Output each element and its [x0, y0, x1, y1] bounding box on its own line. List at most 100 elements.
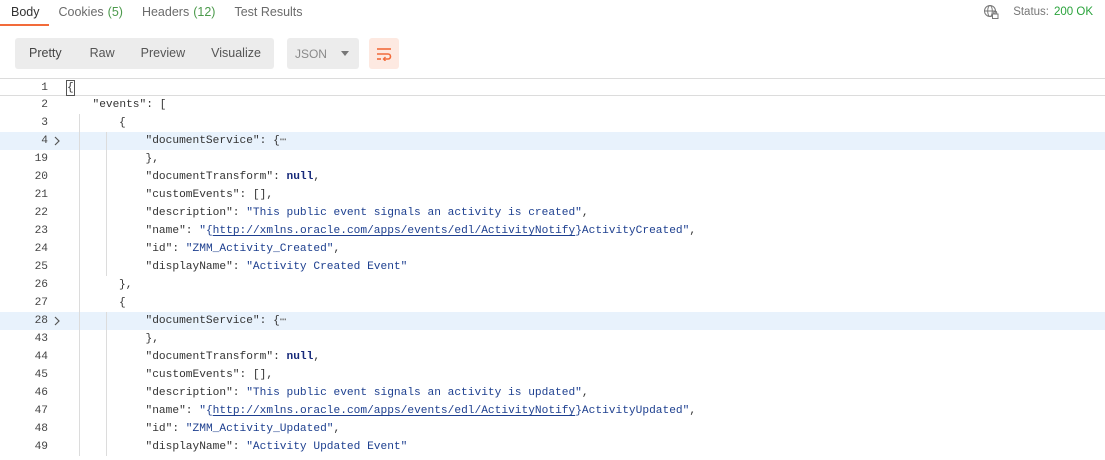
- code-line: 20 "documentTransform": null,: [0, 168, 1105, 186]
- indent-guide: [105, 186, 107, 204]
- code-token: "displayName": [145, 441, 233, 453]
- tab-cookies[interactable]: Cookies (5): [49, 0, 132, 26]
- line-number: 46: [34, 387, 48, 399]
- response-tabs: Body Cookies (5) Headers (12) Test Results: [0, 0, 312, 26]
- indent-guide: [79, 240, 80, 258]
- code-line: 27 {: [0, 294, 1105, 312]
- code-token: :: [172, 423, 186, 435]
- indent-guide: [79, 132, 80, 150]
- line-number: 1: [41, 82, 48, 94]
- response-tab-bar: Body Cookies (5) Headers (12) Test Results…: [0, 0, 1105, 26]
- code-content: "description": "This public event signal…: [146, 384, 589, 402]
- code-token: "documentService": [145, 315, 260, 327]
- indent-guide: [105, 438, 107, 456]
- tab-test-results[interactable]: Test Results: [224, 0, 311, 26]
- code-token: "customEvents": [145, 369, 240, 381]
- indent-guide: [79, 276, 80, 294]
- code-token: "{: [199, 225, 213, 237]
- indent-guide: [105, 132, 107, 150]
- wrap-lines-button[interactable]: [368, 38, 399, 69]
- tab-label: Cookies: [58, 5, 104, 19]
- code-content: {: [66, 79, 75, 97]
- indent-guide: [105, 204, 107, 222]
- code-token: }ActivityCreated": [575, 225, 690, 237]
- code-content: },: [146, 330, 159, 348]
- code-line: 19},: [0, 150, 1105, 168]
- indent-guide: [79, 348, 80, 366]
- globe-lock-icon[interactable]: [983, 4, 999, 20]
- tab-headers[interactable]: Headers (12): [132, 0, 224, 26]
- code-token: : {: [259, 135, 280, 147]
- code-token: :: [232, 261, 247, 273]
- tab-label: Body: [11, 5, 40, 19]
- code-content: {: [119, 114, 126, 132]
- collapsed-ellipsis[interactable]: ⋯: [280, 135, 287, 147]
- line-number: 43: [34, 333, 48, 345]
- indent-guide: [79, 222, 80, 240]
- code-token: },: [119, 279, 133, 291]
- fold-chevron-right-icon[interactable]: [52, 312, 64, 330]
- line-number: 23: [34, 225, 48, 237]
- indent-guide: [105, 348, 107, 366]
- code-token: "customEvents": [145, 189, 240, 201]
- line-number: 24: [34, 243, 48, 255]
- code-line: 26},: [0, 276, 1105, 294]
- code-token: : {: [259, 315, 280, 327]
- code-token: }ActivityUpdated": [575, 405, 690, 417]
- status-code[interactable]: 200 OK: [1054, 6, 1093, 18]
- code-content: "name": "{http://xmlns.oracle.com/apps/e…: [146, 222, 697, 240]
- code-token: :: [185, 405, 200, 417]
- url-link[interactable]: http://xmlns.oracle.com/apps/events/edl/…: [213, 225, 576, 237]
- tab-count: (5): [107, 5, 123, 19]
- code-line: 45 "customEvents": [],: [0, 366, 1105, 384]
- line-number: 28: [34, 315, 48, 327]
- code-line: 1{: [0, 78, 1105, 96]
- view-raw-button[interactable]: Raw: [77, 38, 128, 69]
- code-content: "documentTransform": null,: [146, 168, 321, 186]
- line-number: 45: [34, 369, 48, 381]
- code-line: 43},: [0, 330, 1105, 348]
- code-token: :: [232, 387, 247, 399]
- line-number: 3: [41, 117, 48, 129]
- code-token: {: [119, 297, 126, 309]
- indent-guide: [79, 402, 80, 420]
- url-link[interactable]: http://xmlns.oracle.com/apps/events/edl/…: [213, 405, 576, 417]
- indent-guide: [105, 366, 107, 384]
- line-number: 21: [34, 189, 48, 201]
- code-token: "id": [145, 243, 173, 255]
- code-token: ,: [333, 423, 341, 435]
- tab-label: Headers: [141, 5, 190, 19]
- format-select[interactable]: JSON: [286, 38, 359, 69]
- code-line: 25 "displayName": "Activity Created Event…: [0, 258, 1105, 276]
- code-token: "Activity Updated Event": [246, 441, 408, 453]
- indent-guide: [105, 222, 107, 240]
- code-content: },: [119, 276, 132, 294]
- code-content: "id": "ZMM_Activity_Created",: [146, 240, 341, 258]
- view-pretty-button[interactable]: Pretty: [15, 38, 77, 69]
- tab-count: (12): [193, 5, 216, 19]
- code-line: 21 "customEvents": [],: [0, 186, 1105, 204]
- collapsed-ellipsis[interactable]: ⋯: [280, 315, 287, 327]
- tab-body[interactable]: Body: [0, 0, 49, 26]
- indent-guide: [79, 186, 80, 204]
- code-token: "This public event signals an activity i…: [246, 207, 582, 219]
- code-token: : [],: [239, 369, 274, 381]
- code-token: ,: [313, 351, 321, 363]
- line-number: 25: [34, 261, 48, 273]
- code-token: :: [185, 225, 200, 237]
- code-content: "customEvents": [],: [146, 186, 274, 204]
- line-number: 27: [34, 297, 48, 309]
- code-token: "name": [145, 225, 186, 237]
- code-line: 49 "displayName": "Activity Updated Event…: [0, 438, 1105, 456]
- indent-guide: [105, 168, 107, 186]
- code-token: "displayName": [145, 261, 233, 273]
- code-token: "description": [145, 207, 233, 219]
- fold-chevron-right-icon[interactable]: [52, 132, 64, 150]
- response-body-editor[interactable]: 1{2 "events": [3{4 "documentService": {⋯ 19…: [0, 78, 1105, 460]
- indent-guide: [105, 150, 107, 168]
- indent-guide: [79, 312, 80, 330]
- view-visualize-button[interactable]: Visualize: [198, 38, 274, 69]
- code-token: ,: [689, 225, 697, 237]
- code-token: "documentTransform": [145, 351, 274, 363]
- view-preview-button[interactable]: Preview: [128, 38, 198, 69]
